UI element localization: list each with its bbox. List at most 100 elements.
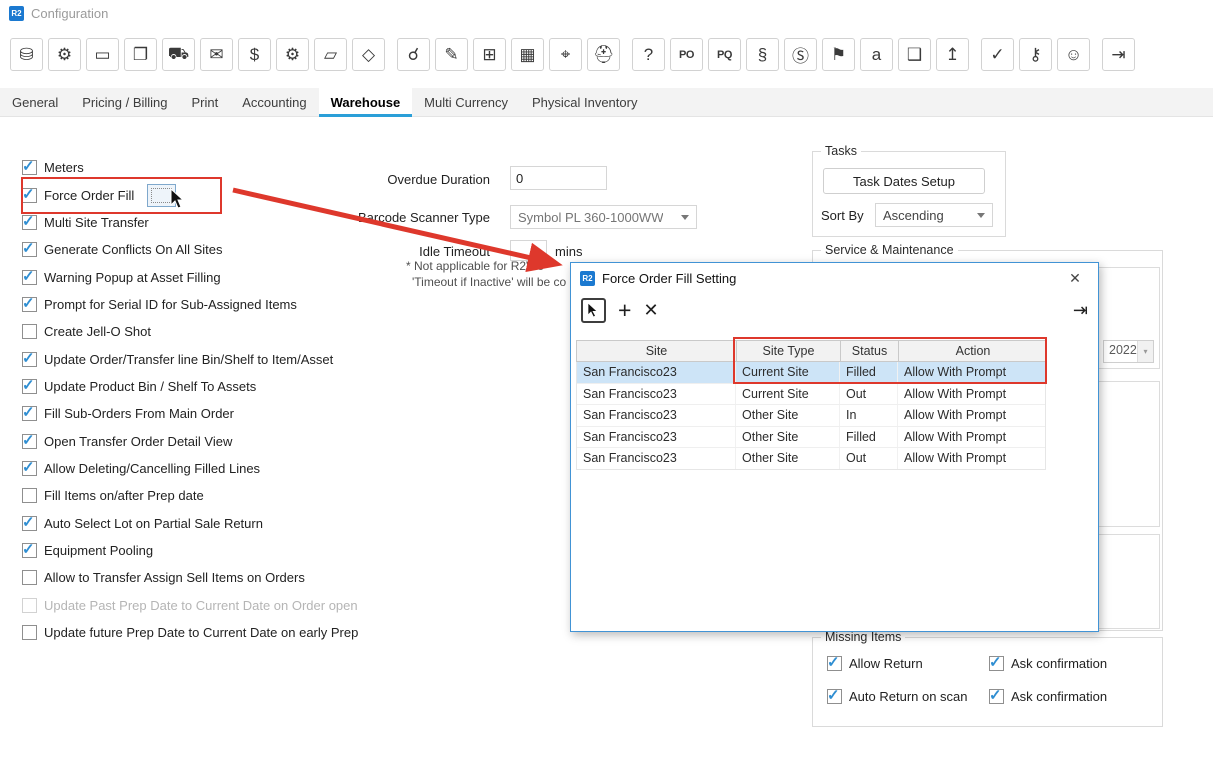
flag-icon[interactable]: ⚑ [822,38,855,71]
option-fill-items-on-after-prep-date[interactable]: Fill Items on/after Prep date [22,482,358,509]
column-header-status[interactable]: Status [841,341,899,361]
tab-physical-inventory[interactable]: Physical Inventory [520,88,650,116]
checkbox[interactable] [22,570,37,585]
copier-icon[interactable]: ❐ [124,38,157,71]
package-settings-icon[interactable]: ❑ [898,38,931,71]
receipt-icon[interactable]: § [746,38,779,71]
column-header-site[interactable]: Site [577,341,737,361]
checkbox-allow-return[interactable]: Allow Return [827,656,923,671]
checkbox[interactable] [22,297,37,312]
tab-print[interactable]: Print [180,88,231,116]
option-equipment-pooling[interactable]: Equipment Pooling [22,537,358,564]
checkbox[interactable] [22,406,37,421]
checkbox[interactable] [22,215,37,230]
checkbox[interactable] [22,625,37,640]
tab-multi-currency[interactable]: Multi Currency [412,88,520,116]
option-force-order-fill[interactable]: Force Order Fill [22,181,358,208]
year-spinner[interactable]: 2022 ▾ [1103,340,1154,363]
table-row[interactable]: San Francisco23Current SiteOutAllow With… [577,384,1045,406]
brush-icon[interactable]: ✎ [435,38,468,71]
option-update-order-transfer-line-bin-shelf-to-item-asset[interactable]: Update Order/Transfer line Bin/Shelf to … [22,345,358,372]
barcode-scanner-type-select[interactable]: Symbol PL 360-1000WW [510,205,697,229]
truck-icon[interactable]: ⛟ [162,38,195,71]
upload-icon[interactable]: ↥ [936,38,969,71]
option-allow-deleting-cancelling-filled-lines[interactable]: Allow Deleting/Cancelling Filled Lines [22,455,358,482]
checkbox[interactable] [827,689,842,704]
force-order-fill-settings-button[interactable] [147,184,176,207]
tab-general[interactable]: General [0,88,70,116]
close-icon[interactable]: ✕ [1061,270,1089,287]
gear-icon[interactable]: ⚙ [276,38,309,71]
checkbox[interactable] [22,352,37,367]
calendar-icon[interactable]: ▦ [511,38,544,71]
checkbox[interactable] [22,270,37,285]
option-update-future-prep-date-to-current-date-on-early-prep[interactable]: Update future Prep Date to Current Date … [22,619,358,646]
checkbox[interactable] [827,656,842,671]
checkbox-ask-confirmation-scan[interactable]: Ask confirmation [989,689,1107,704]
table-row[interactable]: San Francisco23Other SiteInAllow With Pr… [577,405,1045,427]
add-icon[interactable]: + [618,299,631,322]
option-open-transfer-order-detail-view[interactable]: Open Transfer Order Detail View [22,427,358,454]
save-icon[interactable]: ⛁ [10,38,43,71]
checkbox-auto-return-on-scan[interactable]: Auto Return on scan [827,689,968,704]
shield-check-icon[interactable]: ✓ [981,38,1014,71]
folder-icon[interactable]: ▱ [314,38,347,71]
option-allow-to-transfer-assign-sell-items-on-orders[interactable]: Allow to Transfer Assign Sell Items on O… [22,564,358,591]
delete-icon[interactable]: ✕ [643,301,658,319]
option-fill-sub-orders-from-main-order[interactable]: Fill Sub-Orders From Main Order [22,400,358,427]
option-generate-conflicts-on-all-sites[interactable]: Generate Conflicts On All Sites [22,236,358,263]
checkbox[interactable] [22,434,37,449]
help-icon[interactable]: ? [632,38,665,71]
billing-settings-icon[interactable]: $ [238,38,271,71]
doc-a-icon[interactable]: a [860,38,893,71]
select-cursor-icon[interactable] [581,298,606,323]
idle-timeout-input[interactable] [510,240,547,261]
checkbox[interactable] [22,488,37,503]
option-update-past-prep-date-to-current-date-on-order-open[interactable]: Update Past Prep Date to Current Date on… [22,592,358,619]
checkbox[interactable] [989,689,1004,704]
key-icon[interactable]: ⚷ [1019,38,1052,71]
checkbox[interactable] [22,543,37,558]
tab-accounting[interactable]: Accounting [230,88,318,116]
checkbox[interactable] [22,379,37,394]
spinner-arrow-icon[interactable]: ▾ [1137,341,1153,362]
hardhat-icon[interactable]: ⛑ [587,38,620,71]
tab-warehouse[interactable]: Warehouse [319,88,413,116]
pq-icon[interactable]: PQ [708,38,741,71]
overdue-duration-input[interactable] [510,166,607,190]
option-meters[interactable]: Meters [22,154,358,181]
column-header-site-type[interactable]: Site Type [737,341,841,361]
currency-shield-icon[interactable]: Ⓢ [784,38,817,71]
option-prompt-for-serial-id-for-sub-assigned-items[interactable]: Prompt for Serial ID for Sub-Assigned It… [22,291,358,318]
option-multi-site-transfer[interactable]: Multi Site Transfer [22,209,358,236]
tag-icon[interactable]: ◇ [352,38,385,71]
grid-icon[interactable]: ⊞ [473,38,506,71]
column-header-action[interactable]: Action [899,341,1047,361]
checkbox[interactable] [22,188,37,203]
table-row[interactable]: San Francisco23Other SiteFilledAllow Wit… [577,427,1045,449]
audit-lookup-icon[interactable]: ☌ [397,38,430,71]
checkbox[interactable] [22,242,37,257]
checkbox[interactable] [989,656,1004,671]
option-create-jell-o-shot[interactable]: Create Jell-O Shot [22,318,358,345]
table-row[interactable]: San Francisco23Current SiteFilledAllow W… [577,362,1045,384]
settings-icon[interactable]: ⚙ [48,38,81,71]
sort-by-select[interactable]: Ascending [875,203,993,227]
checkbox[interactable] [22,516,37,531]
scanner-gun-icon[interactable]: ⌖ [549,38,582,71]
mail-icon[interactable]: ✉ [200,38,233,71]
checkbox[interactable] [22,598,37,613]
checkbox-ask-confirmation-return[interactable]: Ask confirmation [989,656,1107,671]
po-icon[interactable]: PO [670,38,703,71]
tab-pricing-billing[interactable]: Pricing / Billing [70,88,179,116]
exit-icon[interactable]: ⇥ [1073,300,1088,321]
card-icon[interactable]: ▭ [86,38,119,71]
checkbox[interactable] [22,324,37,339]
id-badge-icon[interactable]: ☺ [1057,38,1090,71]
option-update-product-bin-shelf-to-assets[interactable]: Update Product Bin / Shelf To Assets [22,373,358,400]
option-warning-popup-at-asset-filling[interactable]: Warning Popup at Asset Filling [22,263,358,290]
checkbox[interactable] [22,160,37,175]
option-auto-select-lot-on-partial-sale-return[interactable]: Auto Select Lot on Partial Sale Return [22,509,358,536]
table-row[interactable]: San Francisco23Other SiteOutAllow With P… [577,448,1045,469]
checkbox[interactable] [22,461,37,476]
